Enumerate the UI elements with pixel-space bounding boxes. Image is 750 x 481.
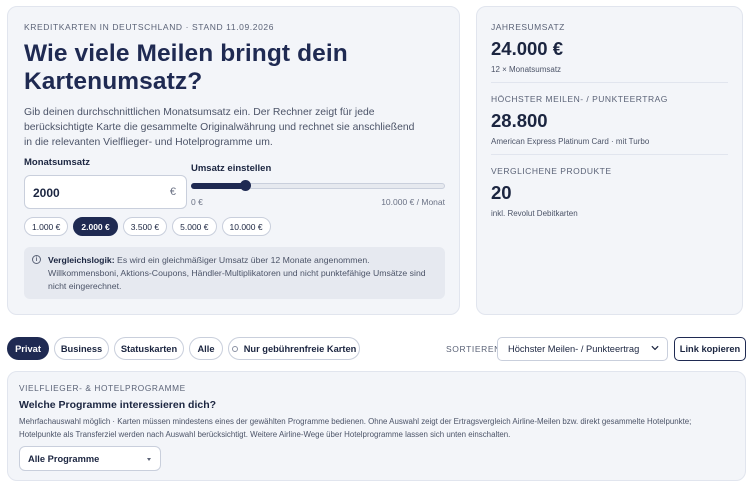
preset-chip-10000[interactable]: 10.000 €: [221, 217, 271, 236]
comparison-logic-note: i Vergleichslogik: Es wird ein gleichmäß…: [24, 247, 445, 299]
slider-max-label: 10.000 € / Monat: [381, 197, 445, 207]
filter-all[interactable]: Alle: [189, 337, 223, 360]
calculator-eyebrow: KREDITKARTEN IN DEUTSCHLAND · STAND 11.0…: [24, 22, 275, 32]
sort-label: SORTIEREN: [446, 344, 501, 354]
page-title: Wie viele Meilen bringt dein Kartenumsat…: [24, 40, 348, 95]
slider-fill: [191, 183, 246, 189]
euro-sign: €: [169, 186, 176, 198]
preset-chip-5000[interactable]: 5.000 €: [172, 217, 217, 236]
spend-slider[interactable]: [191, 180, 445, 191]
filter-business[interactable]: Business: [54, 337, 109, 360]
stats-divider: [491, 154, 728, 155]
slider-thumb[interactable]: [239, 180, 251, 191]
stat-annual-label: JAHRESUMSATZ: [491, 22, 565, 32]
note-title: Vergleichslogik:: [48, 255, 115, 265]
stat-compared-sub: inkl. Revolut Debitkarten: [491, 209, 578, 218]
fee-free-label: Nur gebührenfreie Karten: [243, 343, 357, 354]
stat-compared-label: VERGLICHENE PRODUKTE: [491, 166, 612, 176]
filter-toolbar: Privat Business Statuskarten Alle Nur ge…: [7, 337, 746, 361]
slider-min-label: 0 €: [191, 197, 203, 207]
preset-chip-3500[interactable]: 3.500 €: [122, 217, 168, 236]
filter-private[interactable]: Privat: [7, 337, 49, 360]
stats-divider: [491, 82, 728, 83]
slider-label: Umsatz einstellen: [191, 163, 272, 174]
programs-title: Welche Programme interessieren dich?: [19, 399, 217, 411]
stat-top-value: 28.800: [491, 110, 548, 131]
chevron-down-icon: [651, 345, 659, 351]
monthly-spend-input[interactable]: 2000 €: [24, 175, 187, 209]
stat-annual-sub: 12 × Monatsumsatz: [491, 65, 562, 74]
info-icon: i: [32, 255, 41, 264]
programs-description: Mehrfachauswahl möglich · Karten müssen …: [19, 417, 692, 439]
stat-top-earner: HÖCHSTER MEILEN- / PUNKTEERTRAG 28.800 A…: [491, 94, 728, 146]
programs-card: VIELFLIEGER- & HOTELPROGRAMME Welche Pro…: [7, 371, 746, 481]
stats-card: JAHRESUMSATZ 24.000 € 12 × Monatsumsatz …: [476, 6, 743, 315]
programs-eyebrow: VIELFLIEGER- & HOTELPROGRAMME: [19, 383, 186, 393]
stat-annual-value: 24.000 €: [491, 38, 564, 59]
programs-dropdown[interactable]: Alle Programme: [19, 446, 161, 471]
stat-annual: JAHRESUMSATZ 24.000 € 12 × Monatsumsatz: [491, 22, 728, 74]
filter-status-cards[interactable]: Statuskarten: [114, 337, 184, 360]
stat-compared-value: 20: [491, 182, 512, 203]
copy-link-button[interactable]: Link kopieren: [674, 337, 746, 361]
monthly-spend-value: 2000: [33, 186, 60, 200]
caret-down-icon: [147, 458, 151, 461]
toggle-circle-icon: [231, 345, 238, 352]
monthly-spend-label: Monatsumsatz: [24, 157, 90, 168]
preset-chips: 1.000 € 2.000 € 3.500 € 5.000 € 10.000 €: [24, 217, 271, 236]
stat-top-label: HÖCHSTER MEILEN- / PUNKTEERTRAG: [491, 94, 668, 104]
calculator-intro: Gib deinen durchschnittlichen Monatsumsa…: [24, 107, 415, 148]
preset-chip-1000[interactable]: 1.000 €: [24, 217, 69, 236]
calculator-card: KREDITKARTEN IN DEUTSCHLAND · STAND 11.0…: [7, 6, 460, 315]
programs-dropdown-value: Alle Programme: [28, 454, 100, 464]
fee-free-toggle[interactable]: Nur gebührenfreie Karten: [228, 337, 360, 360]
preset-chip-2000[interactable]: 2.000 €: [73, 217, 118, 236]
stat-top-sub: American Express Platinum Card · mit Tur…: [491, 137, 650, 146]
stat-compared: VERGLICHENE PRODUKTE 20 inkl. Revolut De…: [491, 166, 728, 218]
sort-select-value: Höchster Meilen- / Punkteertrag: [508, 344, 640, 354]
sort-select[interactable]: Höchster Meilen- / Punkteertrag: [497, 337, 668, 361]
